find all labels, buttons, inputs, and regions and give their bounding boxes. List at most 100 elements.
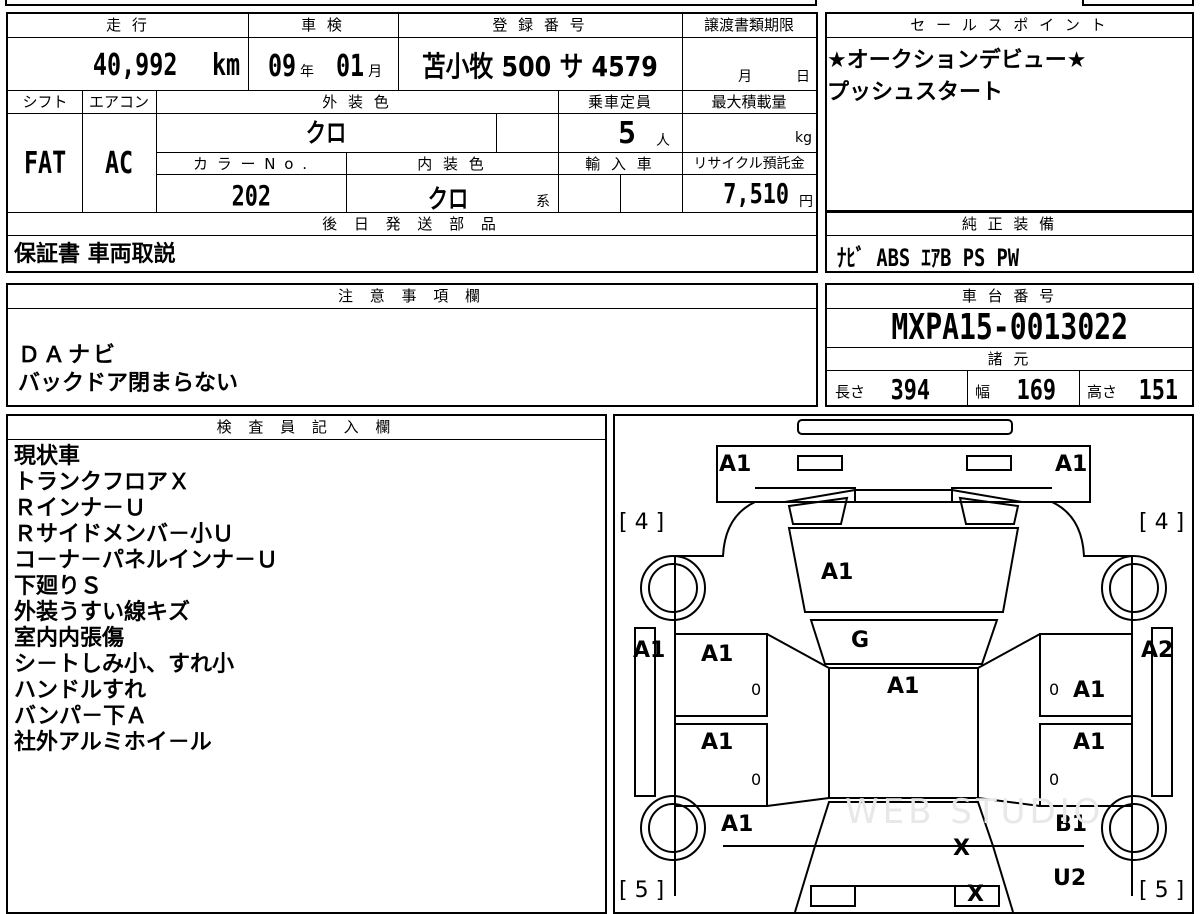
hood-mark: A1 — [821, 560, 854, 585]
interior-color-cell: クロ 系 — [346, 175, 558, 215]
notes-box: 注 意 事 項 欄 ＤＡナビ バックドア閉まらない — [6, 283, 818, 407]
interior-suffix: 系 — [536, 194, 550, 210]
inspector-line: コ－ナ－パネルインナ－Ｕ — [14, 548, 279, 573]
sales-point-line-2: プッシュスタート — [827, 80, 1004, 105]
max-load-unit: kg — [795, 130, 812, 146]
transfer-deadline-header: 譲渡書類期限 — [682, 14, 816, 38]
deadline-value-cell: 月 日 — [682, 38, 816, 90]
aircon-value: AC — [104, 146, 134, 181]
inspector-line: ハンドルすれ — [14, 678, 147, 703]
grid-line — [346, 153, 347, 212]
rear-center-mark: X — [953, 836, 970, 861]
aircon-header: エアコン — [82, 91, 156, 114]
inspection-date-cell: 09 年 01 月 — [248, 38, 398, 90]
sales-point-line-1: ★オークションデビュー★ — [827, 48, 1087, 73]
color-no-cell: 202 — [156, 175, 346, 212]
capacity-unit: 人 — [656, 133, 670, 149]
genuine-equipment-value: ﾅﾋﾞ ABS ｴｱB PS PW — [837, 244, 1020, 272]
inspection-year: 09 — [267, 49, 296, 84]
left-rear-door-zero: 0 — [751, 770, 762, 789]
grid-line — [558, 91, 559, 212]
deadline-day-unit: 日 — [796, 69, 810, 85]
recycle-header: リサイクル預託金 — [682, 153, 816, 175]
length-cell: 長さ 394 — [827, 371, 967, 406]
vehicle-info-table: 走 行 車 検 登 録 番 号 譲渡書類期限 40,992 km 09 年 01 月… — [6, 12, 818, 273]
shift-value-cell: FAT — [8, 114, 82, 212]
color-no-header: カ ラ ー N o . — [156, 153, 346, 175]
later-parts-header: 後 日 発 送 部 品 — [8, 213, 816, 236]
shift-header: シフト — [8, 91, 82, 114]
month-unit: 月 — [368, 64, 383, 80]
inspector-line: 下廻りＳ — [14, 574, 103, 599]
rear-bottom-mark: X — [967, 882, 984, 907]
grid-line — [620, 175, 621, 212]
registration-number: 苫小牧 500 サ 4579 — [422, 50, 658, 83]
sales-points-header: セ ー ル ス ポ イ ン ト — [827, 14, 1192, 38]
exterior-color-cell: クロ — [156, 114, 496, 152]
interior-color-value: クロ — [427, 185, 469, 215]
color-no-value: 202 — [231, 179, 271, 212]
year-unit: 年 — [299, 64, 314, 80]
width-label: 幅 — [975, 383, 991, 401]
genuine-equipment-header: 純 正 装 備 — [827, 212, 1192, 236]
inspector-lines: 現状車 トランクフロアＸ Ｒインナ－Ｕ Ｒサイドメンバ－小Ｕ コ－ナ－パネルイン… — [14, 444, 278, 756]
bracket-rear-left: [ 5 ] — [619, 878, 665, 903]
later-parts-value: 保証書 車両取説 — [14, 242, 176, 267]
right-rear-door-zero: 0 — [1049, 770, 1060, 789]
exterior-color-header: 外 装 色 — [156, 91, 558, 114]
chassis-value-cell: MXPA15-0013022 — [827, 307, 1192, 349]
left-fender-mark: A1 — [633, 638, 666, 663]
recycle-value: 7,510 — [722, 177, 789, 210]
left-front-door-zero: 0 — [751, 680, 762, 699]
height-value: 151 — [1138, 373, 1179, 406]
length-value: 394 — [890, 373, 931, 406]
height-label: 高さ — [1087, 383, 1118, 401]
inspector-line: Ｒインナ－Ｕ — [14, 496, 147, 521]
notes-line-2: バックドア閉まらない — [18, 371, 239, 396]
right-rear-door-mark: A1 — [1073, 730, 1106, 755]
right-rear-mark: U2 — [1053, 866, 1087, 891]
inspector-line: バンパ－下Ａ — [14, 704, 148, 729]
chassis-header: 車 台 番 号 — [827, 285, 1192, 309]
inspector-line: 現状車 — [14, 444, 81, 469]
grid-line — [156, 91, 157, 212]
grid-line — [496, 114, 497, 152]
shift-value: FAT — [23, 146, 67, 181]
inspector-box: 検 査 員 記 入 欄 現状車 トランクフロアＸ Ｒインナ－Ｕ Ｒサイドメンバ－… — [6, 414, 607, 914]
import-header: 輸 入 車 — [558, 153, 682, 175]
capacity-value: 5 — [618, 116, 637, 151]
notes-line-1: ＤＡナビ — [18, 343, 119, 368]
inspection-month: 01 — [336, 49, 365, 84]
mileage-value: 40,992 — [93, 48, 178, 83]
aircon-value-cell: AC — [82, 114, 156, 212]
width-cell: 幅 169 — [967, 371, 1079, 406]
inspector-line: トランクフロアＸ — [14, 470, 191, 495]
inspector-line: シ－トしみ小、すれ小 — [14, 652, 235, 677]
right-front-door-mark: A1 — [1073, 678, 1106, 703]
mileage-unit: km — [211, 48, 241, 83]
inspector-line: 社外アルミホイ－ル — [14, 730, 212, 755]
front-left-mark: A1 — [719, 452, 752, 477]
registration-header: 登 録 番 号 — [398, 14, 682, 38]
grid-line — [248, 14, 249, 90]
chassis-box: 車 台 番 号 MXPA15-0013022 諸 元 長さ 394 幅 169 … — [825, 283, 1194, 407]
width-value: 169 — [1016, 373, 1057, 406]
genuine-equipment-box: 純 正 装 備 ﾅﾋﾞ ABS ｴｱB PS PW — [825, 212, 1194, 273]
left-front-door-mark: A1 — [701, 642, 734, 667]
bracket-front-left: [ 4 ] — [619, 510, 665, 535]
top-edge-strip-right — [1082, 0, 1194, 6]
max-load-header: 最大積載量 — [682, 91, 816, 114]
right-front-door-zero: 0 — [1049, 680, 1060, 699]
grid-line — [682, 14, 683, 212]
capacity-cell: 5 人 — [558, 114, 682, 152]
genuine-equipment-value-cell: ﾅﾋﾞ ABS ｴｱB PS PW — [837, 238, 1070, 273]
top-edge-strip — [5, 0, 817, 6]
watermark: WEB STUDIO — [845, 792, 1105, 832]
inspector-line: 室内内張傷 — [14, 626, 125, 651]
inspector-line: 外装うすい線キズ — [14, 600, 191, 625]
chassis-value: MXPA15-0013022 — [891, 307, 1128, 348]
recycle-unit: 円 — [799, 194, 813, 210]
mileage-value-cell: 40,992 km — [8, 38, 248, 90]
interior-color-header: 内 装 色 — [346, 153, 558, 175]
right-fender-mark: A2 — [1141, 638, 1174, 663]
